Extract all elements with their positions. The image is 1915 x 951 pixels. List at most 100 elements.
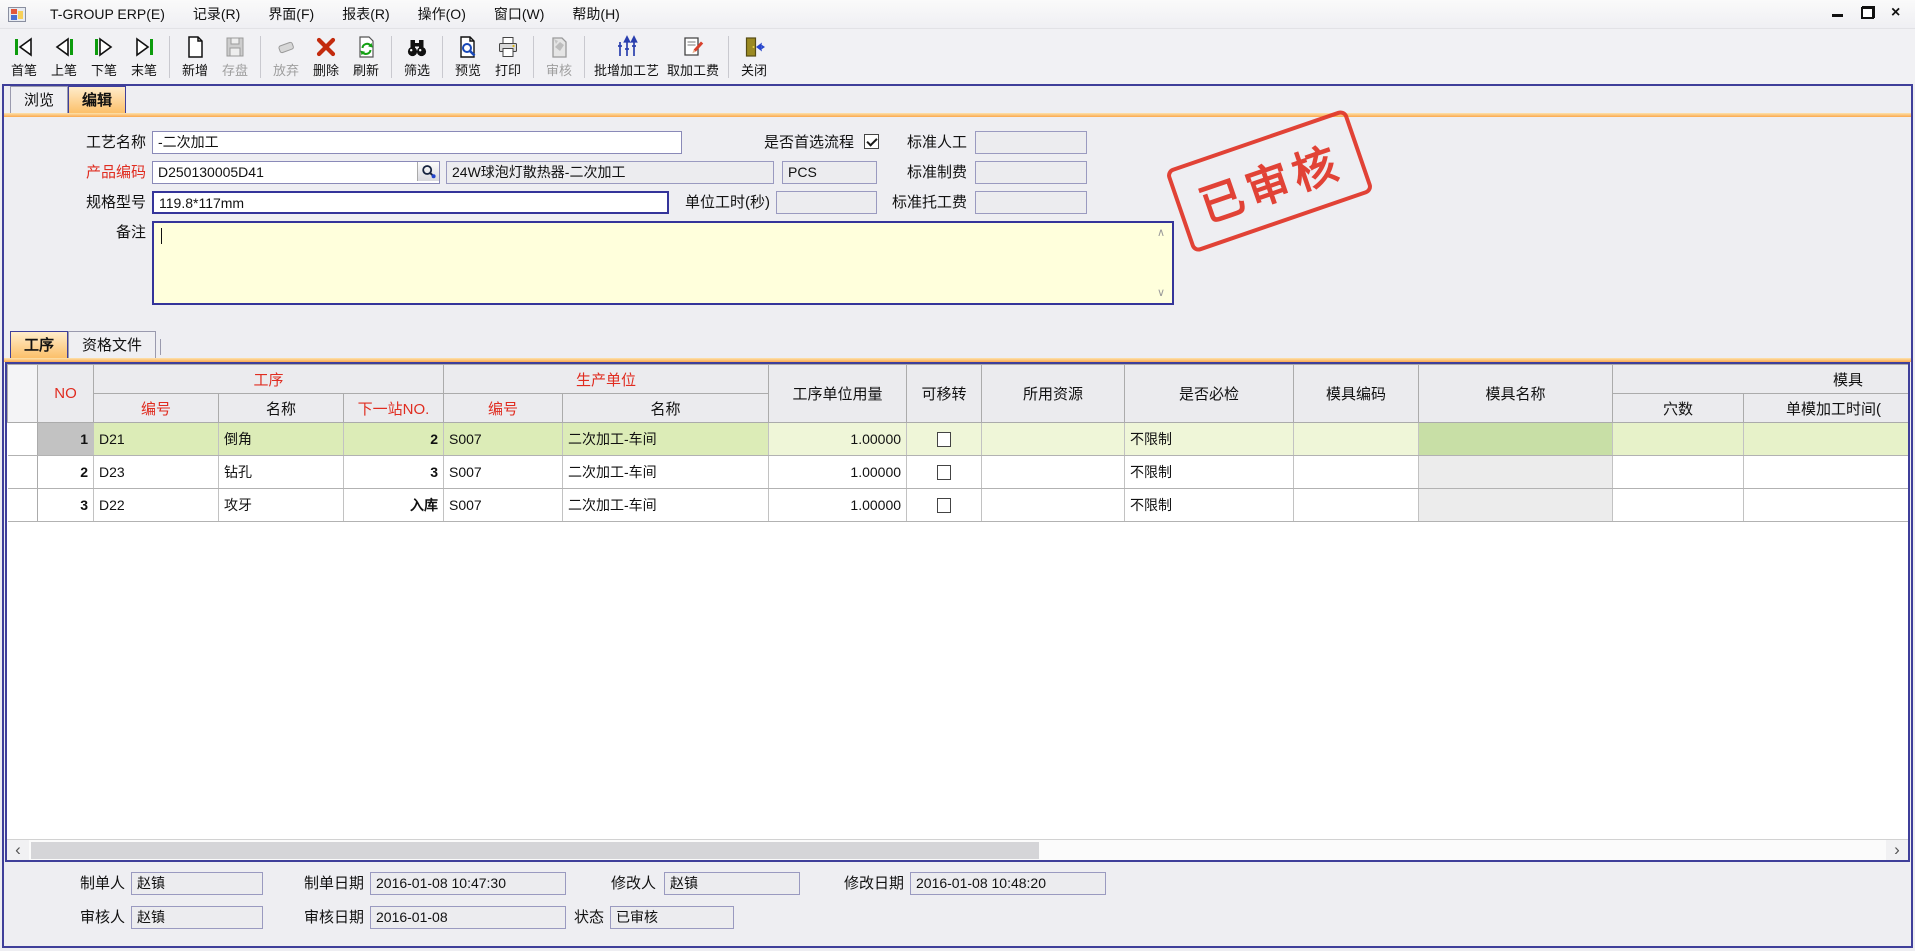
cell-cavities[interactable]	[1613, 423, 1744, 456]
cell-unit-code[interactable]: S007	[444, 489, 563, 522]
col-movable[interactable]: 可移转	[907, 365, 982, 423]
cell-proc-name[interactable]: 攻牙	[219, 489, 344, 522]
batch-add-process-button[interactable]: 批增加工艺	[590, 33, 663, 81]
cell-mold-time[interactable]	[1744, 489, 1910, 522]
col-proc-name[interactable]: 名称	[219, 394, 344, 423]
product-lookup-button[interactable]	[417, 162, 439, 181]
scroll-right-icon[interactable]: ›	[1886, 840, 1908, 860]
table-row[interactable]: 3 D22 攻牙 入库 S007 二次加工-车间 1.00000 不限制	[8, 489, 1911, 522]
cell-movable[interactable]	[907, 456, 982, 489]
movable-checkbox[interactable]	[937, 465, 951, 480]
cell-proc-name[interactable]: 倒角	[219, 423, 344, 456]
horizontal-scrollbar[interactable]: ‹ ›	[7, 839, 1908, 860]
cell-movable[interactable]	[907, 489, 982, 522]
cell-proc-code[interactable]: D22	[94, 489, 219, 522]
row-selector[interactable]	[8, 489, 38, 522]
cell-no[interactable]: 1	[38, 423, 94, 456]
scroll-down-icon[interactable]: ∨	[1157, 289, 1167, 297]
cell-proc-code[interactable]: D21	[94, 423, 219, 456]
tab-browse[interactable]: 浏览	[10, 86, 68, 113]
menu-report[interactable]: 报表(R)	[328, 0, 403, 28]
col-no[interactable]: NO	[38, 365, 94, 423]
preview-button[interactable]: 预览	[448, 33, 488, 81]
cell-mold-code[interactable]	[1294, 456, 1419, 489]
cell-unit-code[interactable]: S007	[444, 423, 563, 456]
scroll-up-icon[interactable]: ∧	[1157, 229, 1167, 237]
filter-button[interactable]: 筛选	[397, 33, 437, 81]
cell-mold-name[interactable]	[1419, 423, 1613, 456]
cell-must-check[interactable]: 不限制	[1125, 489, 1294, 522]
cell-proc-name[interactable]: 钻孔	[219, 456, 344, 489]
cell-movable[interactable]	[907, 423, 982, 456]
col-cavities[interactable]: 穴数	[1613, 394, 1744, 423]
scrollbar-thumb[interactable]	[31, 842, 1039, 859]
product-code-input[interactable]: D250130005D41	[152, 161, 440, 184]
remark-textarea[interactable]: ∧ ∨	[152, 221, 1174, 305]
menu-app[interactable]: T-GROUP ERP(E)	[36, 2, 179, 26]
new-button[interactable]: 新增	[175, 33, 215, 81]
col-resource[interactable]: 所用资源	[982, 365, 1125, 423]
process-name-input[interactable]: -二次加工	[152, 131, 682, 154]
cell-unit-name[interactable]: 二次加工-车间	[563, 456, 769, 489]
cell-no[interactable]: 2	[38, 456, 94, 489]
cell-mold-time[interactable]	[1744, 456, 1910, 489]
col-unit-code[interactable]: 编号	[444, 394, 563, 423]
cell-next-no[interactable]: 3	[344, 456, 444, 489]
print-button[interactable]: 打印	[488, 33, 528, 81]
cell-must-check[interactable]: 不限制	[1125, 423, 1294, 456]
cell-resource[interactable]	[982, 423, 1125, 456]
menu-window[interactable]: 窗口(W)	[480, 0, 559, 28]
cell-cavities[interactable]	[1613, 489, 1744, 522]
cell-mold-code[interactable]	[1294, 489, 1419, 522]
cell-mold-name[interactable]	[1419, 489, 1613, 522]
cell-mold-time[interactable]	[1744, 423, 1910, 456]
cell-proc-code[interactable]: D23	[94, 456, 219, 489]
cell-qty[interactable]: 1.00000	[769, 456, 907, 489]
fetch-fee-button[interactable]: 取加工费	[663, 33, 723, 81]
menu-interface[interactable]: 界面(F)	[254, 0, 328, 28]
refresh-button[interactable]: 刷新	[346, 33, 386, 81]
next-record-button[interactable]: 下笔	[84, 33, 124, 81]
col-mold-name[interactable]: 模具名称	[1419, 365, 1613, 423]
cell-qty[interactable]: 1.00000	[769, 423, 907, 456]
movable-checkbox[interactable]	[937, 498, 951, 513]
prev-record-button[interactable]: 上笔	[44, 33, 84, 81]
last-record-button[interactable]: 末笔	[124, 33, 164, 81]
movable-checkbox[interactable]	[937, 432, 951, 447]
scroll-left-icon[interactable]: ‹	[7, 840, 29, 860]
cell-qty[interactable]: 1.00000	[769, 489, 907, 522]
cell-next-no[interactable]: 入库	[344, 489, 444, 522]
first-record-button[interactable]: 首笔	[4, 33, 44, 81]
menu-record[interactable]: 记录(R)	[179, 0, 254, 28]
col-proc-code[interactable]: 编号	[94, 394, 219, 423]
tab-qualification[interactable]: 资格文件	[68, 331, 156, 358]
cell-no[interactable]: 3	[38, 489, 94, 522]
cell-next-no[interactable]: 2	[344, 423, 444, 456]
close-icon[interactable]: ×	[1891, 6, 1905, 19]
cell-unit-name[interactable]: 二次加工-车间	[563, 423, 769, 456]
cell-resource[interactable]	[982, 489, 1125, 522]
col-next-no[interactable]: 下一站NO.	[344, 394, 444, 423]
col-mold-time[interactable]: 单模加工时间(	[1744, 394, 1910, 423]
col-unit-name[interactable]: 名称	[563, 394, 769, 423]
tab-process[interactable]: 工序	[10, 331, 68, 358]
cell-must-check[interactable]: 不限制	[1125, 456, 1294, 489]
preferred-flow-checkbox[interactable]	[864, 134, 879, 149]
cell-unit-code[interactable]: S007	[444, 456, 563, 489]
cell-mold-name[interactable]	[1419, 456, 1613, 489]
delete-button[interactable]: 删除	[306, 33, 346, 81]
restore-icon[interactable]	[1861, 6, 1875, 19]
col-mold-code[interactable]: 模具编码	[1294, 365, 1419, 423]
col-qty[interactable]: 工序单位用量	[769, 365, 907, 423]
table-row-selected[interactable]: 1 D21 倒角 2 S007 二次加工-车间 1.00000 不限制	[8, 423, 1911, 456]
spec-input[interactable]: 119.8*117mm	[152, 191, 669, 214]
cell-cavities[interactable]	[1613, 456, 1744, 489]
cell-mold-code[interactable]	[1294, 423, 1419, 456]
tab-edit[interactable]: 编辑	[68, 86, 126, 113]
minimize-icon[interactable]	[1831, 6, 1845, 19]
table-row[interactable]: 2 D23 钻孔 3 S007 二次加工-车间 1.00000 不限制	[8, 456, 1911, 489]
row-selector[interactable]	[8, 456, 38, 489]
cell-unit-name[interactable]: 二次加工-车间	[563, 489, 769, 522]
menu-help[interactable]: 帮助(H)	[558, 0, 633, 28]
cell-resource[interactable]	[982, 456, 1125, 489]
